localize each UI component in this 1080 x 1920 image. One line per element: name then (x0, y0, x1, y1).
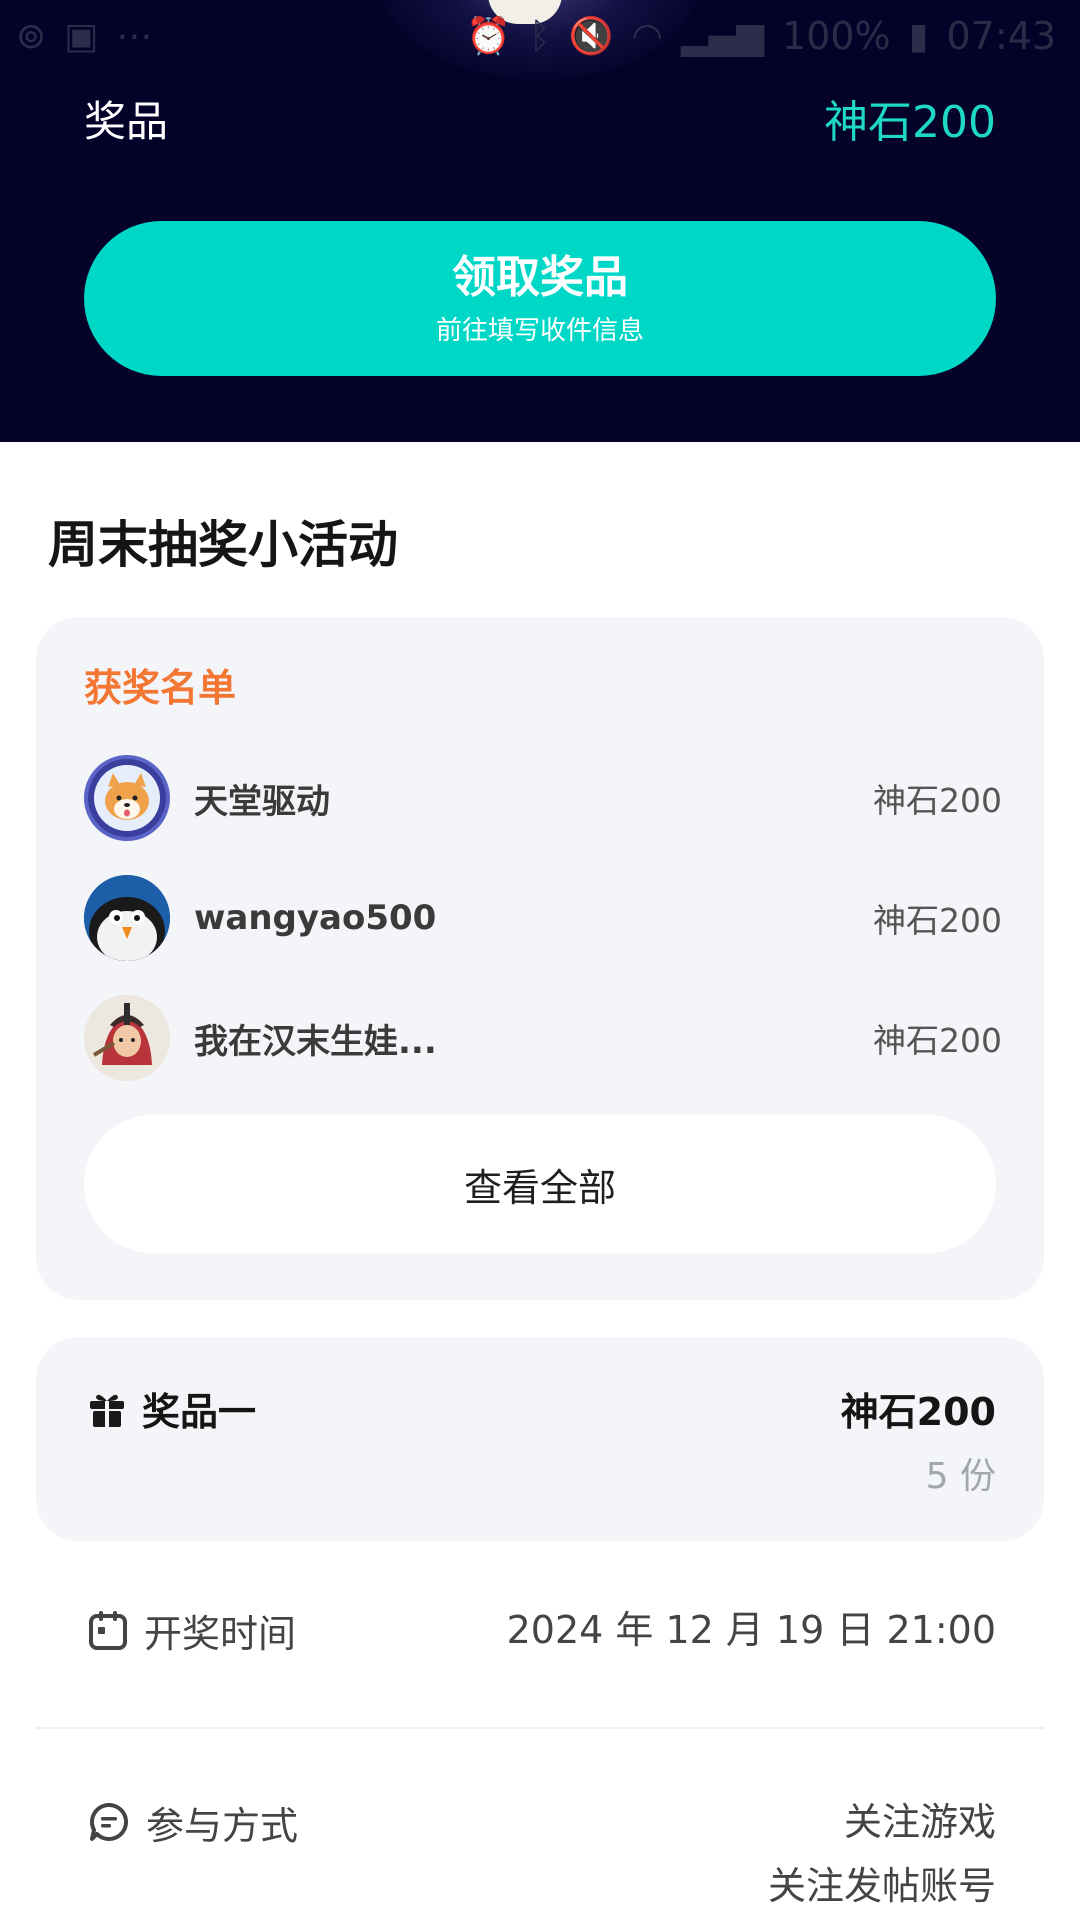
participation-method-follow-poster: 关注发帖账号 (767, 1864, 996, 1908)
penguin-avatar-icon (84, 875, 170, 961)
claim-prize-subtitle: 前往填写收件信息 (435, 314, 644, 345)
warrior-avatar-icon (84, 995, 170, 1081)
participation-label-group: 参与方式 (36, 1790, 298, 1854)
participation-row: 参与方式 关注游戏 关注发帖账号 (36, 1790, 1044, 1920)
prize-label: 奖品 (84, 96, 169, 146)
signal-icon: ▂▄▆ (680, 15, 765, 57)
prize-row: 奖品 神石200 (84, 88, 996, 149)
participation-label: 参与方式 (146, 1803, 299, 1848)
activity-title: 周末抽奖小活动 (48, 516, 398, 574)
avatar[interactable] (84, 875, 170, 961)
winner-row[interactable]: 天堂驱动 神石200 (84, 755, 1002, 841)
view-all-button[interactable]: 查看全部 (84, 1115, 996, 1253)
claim-prize-title: 领取奖品 (452, 252, 628, 302)
winner-name: 我在汉末生娃... (194, 1021, 437, 1062)
prize-value: 神石200 (824, 97, 996, 148)
participation-methods: 关注游戏 关注发帖账号 (768, 1790, 1044, 1918)
battery-percent: 100% (782, 14, 891, 58)
prize-header: ⊚ ▣ ⋯ ⏰ ᛒ 🔇 ◠ ▂▄▆ 100% ▮ 07:43 奖品 神石200 … (0, 0, 1080, 442)
gift-icon (90, 1394, 124, 1427)
winner-row[interactable]: 我在汉末生娃... 神石200 (84, 995, 1002, 1081)
prize-card-quantity: 5 份 (925, 1456, 996, 1497)
winner-prize: 神石200 (873, 781, 1002, 820)
shiba-avatar-icon (94, 765, 160, 831)
status-right: ⏰ ᛒ 🔇 ◠ ▂▄▆ 100% ▮ 07:43 (466, 14, 1056, 58)
winner-prize: 神石200 (873, 901, 1002, 940)
lottery-detail-page: ⊚ ▣ ⋯ ⏰ ᛒ 🔇 ◠ ▂▄▆ 100% ▮ 07:43 奖品 神石200 … (0, 0, 1080, 1920)
draw-time-label-group: 开奖时间 (36, 1603, 296, 1658)
status-bar: ⊚ ▣ ⋯ ⏰ ᛒ 🔇 ◠ ▂▄▆ 100% ▮ 07:43 (0, 0, 1080, 72)
prize-card-label: 奖品一 (142, 1390, 257, 1434)
more-dots-icon: ⋯ (116, 15, 153, 57)
mute-icon: 🔇 (568, 16, 614, 57)
draw-time-row: 开奖时间 2024 年 12 月 19 日 21:00 (36, 1598, 1044, 1662)
notification-icon: ⊚ (16, 15, 47, 57)
calendar-icon (89, 1611, 127, 1650)
avatar[interactable] (84, 755, 170, 841)
status-left: ⊚ ▣ ⋯ (16, 16, 152, 57)
battery-icon: ▮ (908, 15, 929, 57)
participation-method-follow-game: 关注游戏 (843, 1800, 996, 1844)
avatar[interactable] (84, 995, 170, 1081)
winner-name: wangyao500 (194, 898, 437, 938)
bluetooth-icon: ᛒ (529, 15, 551, 57)
prize-card-value: 神石200 (840, 1390, 996, 1434)
chat-bubble-icon (90, 1802, 129, 1841)
prize-card-label-group: 奖品一 (88, 1381, 256, 1436)
wifi-icon: ◠ (631, 15, 663, 57)
claim-prize-button[interactable]: 领取奖品 前往填写收件信息 (84, 221, 996, 376)
draw-time-value: 2024 年 12 月 19 日 21:00 (506, 1608, 996, 1652)
section-divider (36, 1727, 1044, 1729)
prize-card: 奖品一 神石200 5 份 (36, 1337, 1044, 1541)
gallery-icon: ▣ (64, 15, 99, 57)
winner-prize: 神石200 (873, 1021, 1002, 1060)
draw-time-label: 开奖时间 (144, 1611, 297, 1656)
winners-heading: 获奖名单 (84, 666, 237, 710)
alarm-icon: ⏰ (466, 16, 512, 57)
winner-row[interactable]: wangyao500 神石200 (84, 875, 1002, 961)
clock: 07:43 (946, 14, 1056, 58)
winner-name: 天堂驱动 (194, 781, 330, 822)
winners-card: 获奖名单 天堂驱动 神石200 wangyao500 神石200 我在汉末生娃.… (36, 617, 1044, 1300)
